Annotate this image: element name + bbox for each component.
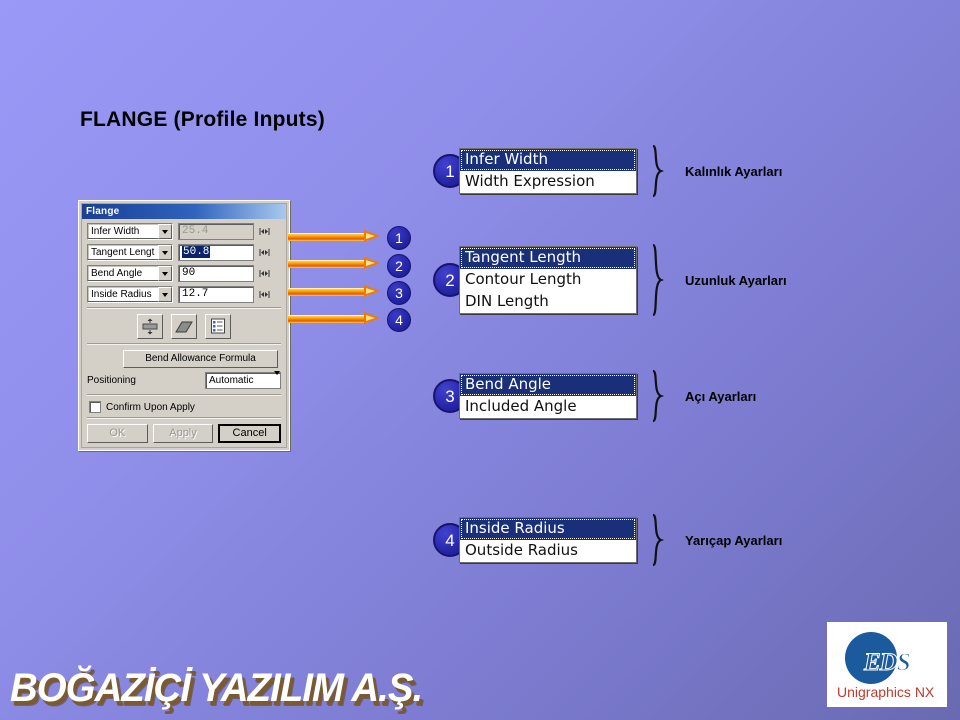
company-watermark: BOĞAZİÇİ YAZILIM A.Ş. xyxy=(10,666,423,710)
callout-label-3: Açı Ayarları xyxy=(685,388,757,404)
dialog-body: Infer Width 25.4 Tangent Lengt 50.8 Bend… xyxy=(82,219,286,447)
list-item[interactable]: Bend Angle xyxy=(460,374,636,396)
callout-listbox-2[interactable]: Tangent Length Contour Length DIN Length xyxy=(459,246,637,314)
confirm-upon-apply-checkbox[interactable] xyxy=(89,401,101,413)
value-input-1[interactable]: 25.4 xyxy=(178,223,254,240)
thickness-icon[interactable] xyxy=(137,314,163,339)
divider xyxy=(87,343,281,345)
eds-logo: EDS Unigraphics NX xyxy=(827,622,947,707)
pointer-arrow-1 xyxy=(288,230,384,242)
list-item[interactable]: Width Expression xyxy=(460,171,636,193)
chevron-down-icon[interactable] xyxy=(158,266,172,281)
type-combo-3-label: Bend Angle xyxy=(91,268,143,279)
type-combo-1[interactable]: Infer Width xyxy=(87,223,173,240)
callout-label-4: Yarıçap Ayarları xyxy=(685,532,783,548)
positioning-row: Positioning Automatic xyxy=(87,371,281,389)
dialog-inner-frame: Flange Infer Width 25.4 Tangent Lengt 50… xyxy=(81,203,287,448)
page-title: FLANGE (Profile Inputs) xyxy=(80,108,325,131)
value-input-3[interactable]: 90 xyxy=(178,265,254,282)
arrow-number-4: 4 xyxy=(387,308,411,332)
dialog-titlebar: Flange xyxy=(82,204,286,219)
parameter-row-3: Bend Angle 90 xyxy=(87,265,281,282)
callout-group-3: 3 Bend Angle Included Angle Açı Ayarları xyxy=(433,370,756,422)
callout-label-1: Kalınlık Ayarları xyxy=(685,163,783,179)
chevron-down-icon[interactable] xyxy=(158,287,172,302)
pointer-arrow-4 xyxy=(288,312,384,324)
positioning-label: Positioning xyxy=(87,375,136,386)
parameter-row-1: Infer Width 25.4 xyxy=(87,223,281,240)
positioning-value: Automatic xyxy=(209,375,254,386)
tool-icon-row xyxy=(87,314,281,339)
positioning-combo[interactable]: Automatic xyxy=(205,371,281,389)
callout-listbox-1[interactable]: Infer Width Width Expression xyxy=(459,148,637,194)
brace-icon xyxy=(649,145,665,197)
divider xyxy=(87,417,281,419)
dialog-button-row: OK Apply Cancel xyxy=(87,424,282,443)
callout-group-1: 1 Infer Width Width Expression Kalınlık … xyxy=(433,145,782,197)
list-item[interactable]: Contour Length xyxy=(460,269,636,291)
parameter-row-2: Tangent Lengt 50.8 xyxy=(87,244,281,261)
brace-icon xyxy=(649,244,665,316)
bend-shape-icon[interactable] xyxy=(171,314,197,339)
type-combo-2-label: Tangent Lengt xyxy=(91,247,155,258)
list-item[interactable]: Tangent Length xyxy=(460,247,636,269)
eds-subtitle: Unigraphics NX xyxy=(837,684,935,700)
callout-listbox-4[interactable]: Inside Radius Outside Radius xyxy=(459,517,637,563)
value-input-4[interactable]: 12.7 xyxy=(178,286,254,303)
value-input-2[interactable]: 50.8 xyxy=(178,244,254,261)
flange-dialog[interactable]: Flange Infer Width 25.4 Tangent Lengt 50… xyxy=(78,200,290,451)
value-input-2-text: 50.8 xyxy=(182,246,211,258)
callout-group-2: 2 Tangent Length Contour Length DIN Leng… xyxy=(433,244,787,316)
type-combo-1-label: Infer Width xyxy=(91,226,140,237)
measure-icon[interactable] xyxy=(258,225,271,238)
apply-button[interactable]: Apply xyxy=(152,424,214,443)
callout-label-2: Uzunluk Ayarları xyxy=(685,272,787,288)
callout-group-4: 4 Inside Radius Outside Radius Yarıçap A… xyxy=(433,514,782,566)
cancel-button[interactable]: Cancel xyxy=(218,424,282,443)
ok-button[interactable]: OK xyxy=(87,424,148,443)
brace-icon xyxy=(649,514,665,566)
slide-canvas: FLANGE (Profile Inputs) Flange Infer Wid… xyxy=(0,0,960,720)
divider xyxy=(87,394,281,396)
list-item[interactable]: DIN Length xyxy=(460,291,636,313)
arrow-number-3: 3 xyxy=(387,281,411,305)
chevron-down-icon[interactable] xyxy=(158,245,172,260)
expression-list-icon[interactable] xyxy=(205,314,231,339)
eds-wordmark: EDS xyxy=(864,649,912,677)
arrow-number-2: 2 xyxy=(387,254,411,278)
confirm-upon-apply-label: Confirm Upon Apply xyxy=(106,401,195,413)
pointer-arrow-3 xyxy=(288,285,384,297)
pointer-arrow-2 xyxy=(288,257,384,269)
type-combo-4[interactable]: Inside Radius xyxy=(87,286,173,303)
callout-listbox-3[interactable]: Bend Angle Included Angle xyxy=(459,373,637,419)
measure-icon[interactable] xyxy=(258,267,271,280)
measure-icon[interactable] xyxy=(258,246,271,259)
parameter-row-4: Inside Radius 12.7 xyxy=(87,286,281,303)
list-item[interactable]: Outside Radius xyxy=(460,540,636,562)
brace-icon xyxy=(649,370,665,422)
divider xyxy=(87,307,281,309)
arrow-number-1: 1 xyxy=(387,226,411,250)
type-combo-2[interactable]: Tangent Lengt xyxy=(87,244,173,261)
type-combo-4-label: Inside Radius xyxy=(91,289,152,300)
list-item[interactable]: Inside Radius xyxy=(460,518,636,540)
chevron-down-icon[interactable] xyxy=(158,224,172,239)
measure-icon[interactable] xyxy=(258,288,271,301)
list-item[interactable]: Included Angle xyxy=(460,396,636,418)
bend-allowance-formula-button[interactable]: Bend Allowance Formula xyxy=(123,350,278,368)
chevron-down-icon[interactable] xyxy=(274,371,280,386)
confirm-upon-apply-row[interactable]: Confirm Upon Apply xyxy=(89,401,281,413)
type-combo-3[interactable]: Bend Angle xyxy=(87,265,173,282)
list-item[interactable]: Infer Width xyxy=(460,149,636,171)
